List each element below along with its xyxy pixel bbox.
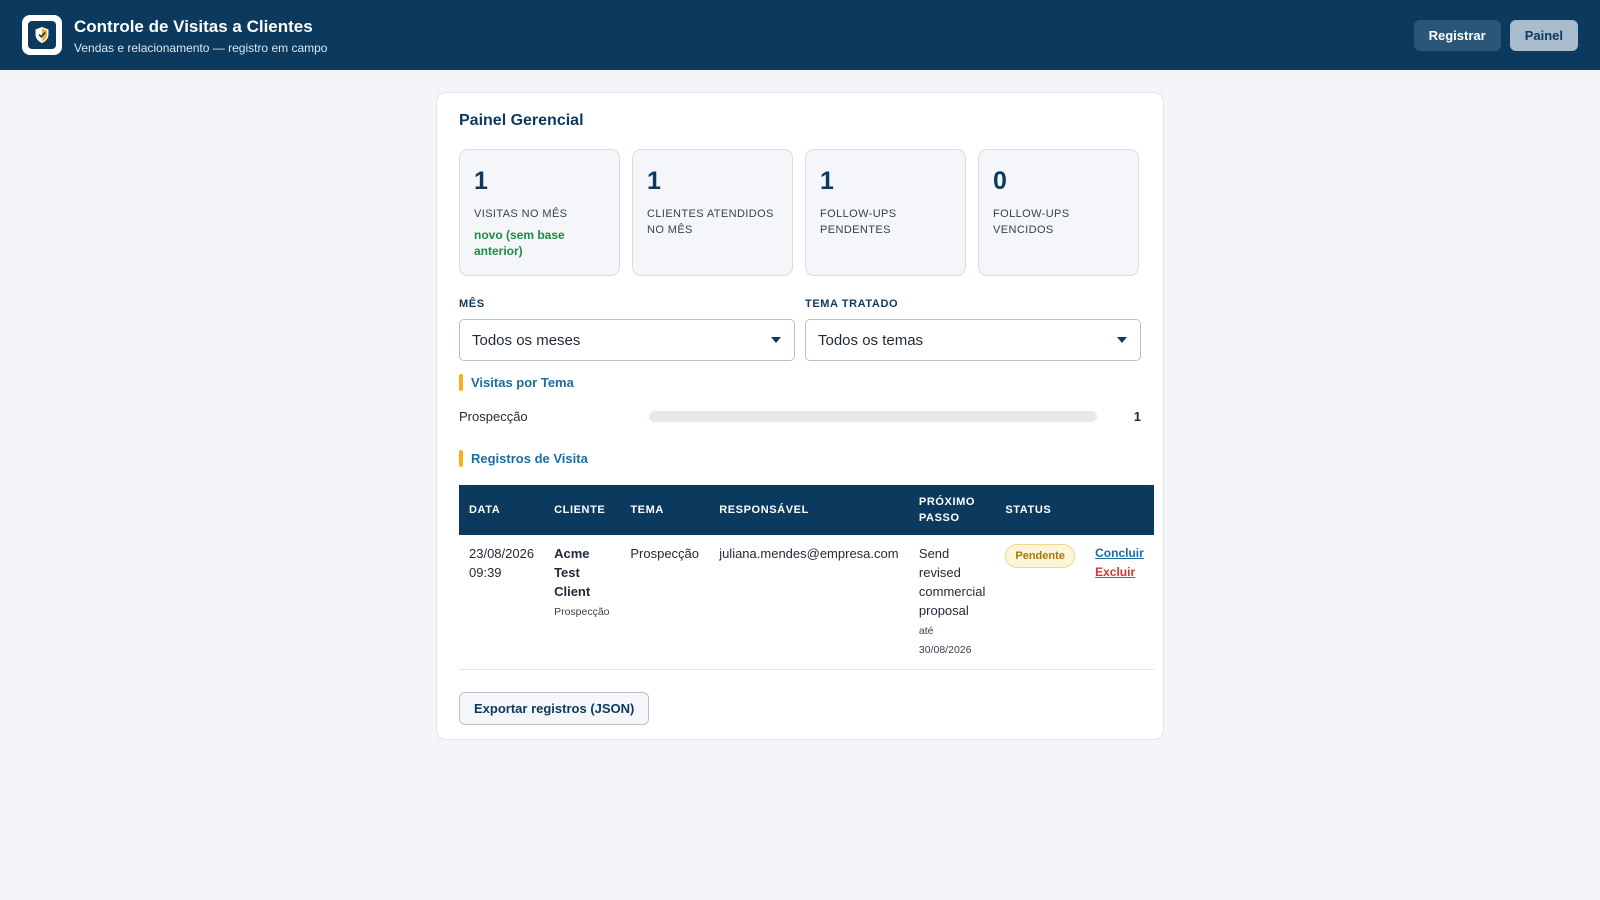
theme-bar-row: Prospecção 1	[459, 408, 1141, 424]
stat-value: 0	[993, 167, 1007, 195]
col-proximo-passo: PRÓXIMO PASSO	[908, 485, 996, 535]
painel-button[interactable]: Painel	[1509, 19, 1578, 51]
section-title: Visitas por Tema	[471, 375, 574, 390]
delete-link[interactable]: Excluir	[1095, 563, 1144, 582]
theme-bar-label: Prospecção	[459, 408, 528, 424]
stat-value: 1	[647, 167, 661, 195]
stat-followups-overdue: 0 FOLLOW-UPS VENCIDOS	[978, 149, 1139, 276]
month-filter: MÊS Todos os meses	[459, 298, 795, 361]
records-table: DATA CLIENTE TEMA RESPONSÁVEL PRÓXIMO PA…	[459, 485, 1154, 670]
cell-actions: Concluir Excluir	[1085, 535, 1154, 670]
cell-owner: juliana.mendes@empresa.com	[709, 535, 909, 670]
top-bar: Controle de Visitas a Clientes Vendas e …	[0, 0, 1600, 70]
stat-clients-month: 1 CLIENTES ATENDIDOS NO MÊS	[632, 149, 793, 276]
export-json-button[interactable]: Exportar registros (JSON)	[459, 692, 650, 725]
month-filter-label: MÊS	[459, 298, 485, 310]
section-accent	[459, 374, 463, 391]
complete-link[interactable]: Concluir	[1095, 544, 1144, 563]
filters: MÊS Todos os meses TEMA TRATADO Todos os…	[459, 298, 1141, 361]
col-data: DATA	[459, 485, 545, 535]
month-select[interactable]: Todos os meses	[459, 319, 795, 361]
month-select-value: Todos os meses	[472, 331, 581, 349]
page-title: Painel Gerencial	[459, 112, 584, 129]
theme-select[interactable]: Todos os temas	[805, 319, 1141, 361]
brand: Controle de Visitas a Clientes Vendas e …	[74, 16, 327, 55]
theme-filter-label: TEMA TRATADO	[805, 298, 899, 310]
status-badge: Pendente	[1005, 544, 1075, 568]
app-logo	[22, 15, 62, 55]
record-date: 23/08/2026	[469, 546, 535, 561]
record-due-date: até 30/08/2026	[918, 625, 972, 656]
record-next-step: Send revised commercial proposal	[918, 546, 986, 618]
record-client: Acme Test Client	[554, 546, 591, 599]
section-title: Registros de Visita	[471, 451, 588, 466]
stat-label: CLIENTES ATENDIDOS NO MÊS	[647, 208, 774, 236]
registrar-button[interactable]: Registrar	[1413, 19, 1501, 51]
record-time: 09:39	[469, 565, 502, 580]
stat-value: 1	[474, 167, 488, 195]
chevron-down-icon	[771, 337, 781, 343]
col-responsavel: RESPONSÁVEL	[709, 485, 909, 535]
section-accent	[459, 450, 463, 467]
theme-select-value: Todos os temas	[818, 331, 924, 349]
stat-label: VISITAS NO MÊS	[474, 208, 568, 220]
cell-next-step: Send revised commercial proposal até 30/…	[908, 535, 996, 670]
cell-status: Pendente	[995, 535, 1086, 670]
col-acoes	[1085, 485, 1154, 535]
stat-label: FOLLOW-UPS PENDENTES	[820, 208, 897, 236]
stat-trend: novo (sem base anterior)	[474, 228, 565, 258]
col-tema: TEMA	[620, 485, 710, 535]
shield-check-icon	[35, 27, 49, 43]
col-status: STATUS	[995, 485, 1086, 535]
stat-followups-pending: 1 FOLLOW-UPS PENDENTES	[805, 149, 966, 276]
theme-bar-value: 1	[1133, 408, 1141, 424]
table-row: 23/08/2026 09:39 Acme Test Client Prospe…	[459, 535, 1154, 670]
cell-client: Acme Test Client Prospecção	[544, 535, 621, 670]
theme-filter: TEMA TRATADO Todos os temas	[805, 298, 1141, 361]
section-visit-records: Registros de Visita	[459, 450, 1141, 467]
section-visits-by-theme: Visitas por Tema	[459, 374, 1141, 391]
col-cliente: CLIENTE	[544, 485, 621, 535]
stat-label: FOLLOW-UPS VENCIDOS	[993, 208, 1070, 236]
dashboard-card: Painel Gerencial 1 VISITAS NO MÊS novo (…	[436, 92, 1164, 740]
chevron-down-icon	[1117, 337, 1127, 343]
table-header-row: DATA CLIENTE TEMA RESPONSÁVEL PRÓXIMO PA…	[459, 485, 1154, 535]
top-nav: Registrar Painel	[1413, 19, 1578, 51]
record-client-theme: Prospecção	[554, 606, 610, 618]
stat-visits-month: 1 VISITAS NO MÊS novo (sem base anterior…	[459, 149, 620, 276]
stat-value: 1	[820, 167, 834, 195]
cell-date: 23/08/2026 09:39	[459, 535, 545, 670]
app-subtitle: Vendas e relacionamento — registro em ca…	[74, 40, 328, 55]
stats-row: 1 VISITAS NO MÊS novo (sem base anterior…	[459, 149, 1141, 276]
app-title: Controle de Visitas a Clientes	[74, 16, 313, 36]
cell-theme: Prospecção	[620, 535, 710, 670]
theme-bar-track	[649, 410, 1097, 422]
